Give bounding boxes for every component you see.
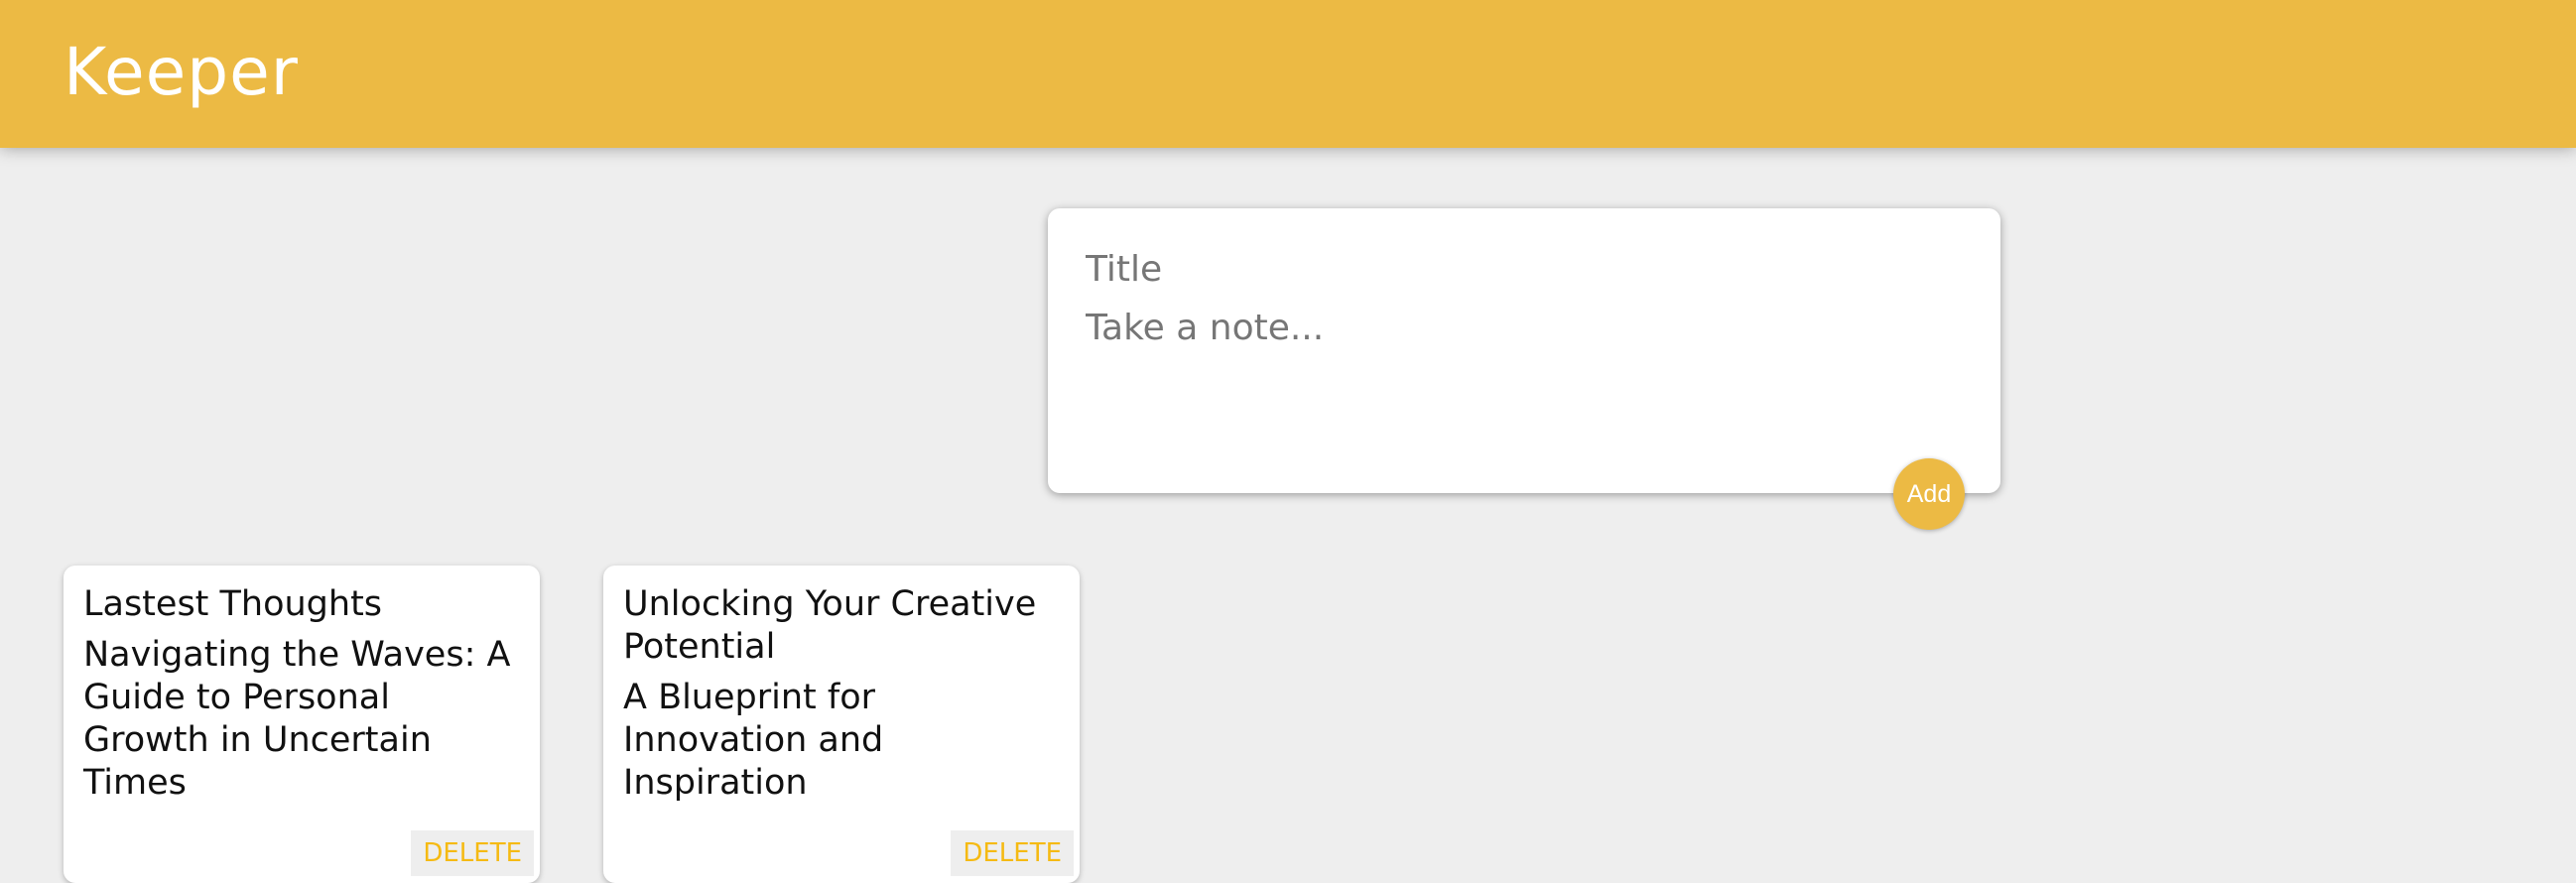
note-card: Lastest Thoughts Navigating the Waves: A… — [64, 566, 540, 883]
note-content-input[interactable] — [1086, 308, 1963, 407]
note-content: Navigating the Waves: A Guide to Persona… — [83, 635, 511, 803]
app-title: Keeper — [64, 34, 299, 110]
delete-note-button[interactable]: DELETE — [411, 830, 534, 876]
note-content: A Blueprint for Innovation and Inspirati… — [623, 678, 884, 803]
create-note-form — [1048, 208, 2000, 493]
note-title-input[interactable] — [1086, 244, 1963, 294]
note-title: Lastest Thoughts — [83, 584, 383, 624]
add-note-button[interactable]: Add — [1893, 458, 1965, 530]
delete-note-button[interactable]: DELETE — [951, 830, 1074, 876]
note-card: Unlocking Your Creative Potential A Blue… — [603, 566, 1080, 883]
note-title: Unlocking Your Creative Potential — [623, 584, 1037, 667]
app-header: Keeper — [0, 0, 2576, 148]
